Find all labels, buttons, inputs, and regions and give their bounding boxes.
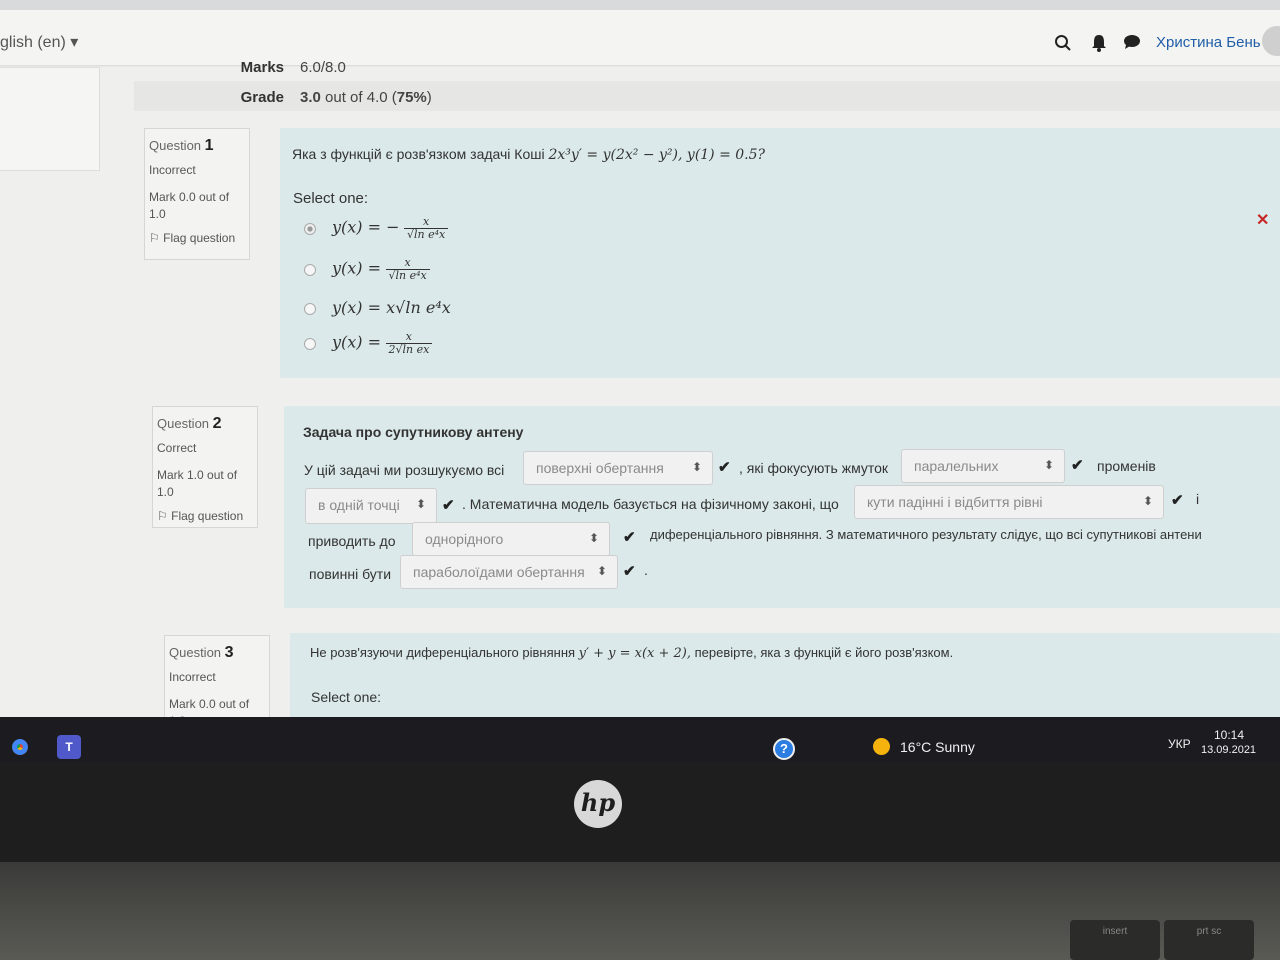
grade-value: 3.0 out of 4.0 (75%) [300,89,432,106]
check-icon: ✔ [1171,492,1184,509]
question-mark: Mark 1.0 out of 1.0 [157,468,238,499]
chevron-updown-icon: ⬍ [691,460,702,474]
laptop-bezel [0,762,1280,862]
question-state: Incorrect [149,163,196,177]
question-1-info: Question 1 Incorrect Mark 0.0 out of 1.0… [144,128,250,260]
question-text: приводить до [308,533,396,549]
question-2-box: Задача про супутникову антену У цій зада… [284,406,1280,608]
dropdown-3[interactable]: в одній точці ⬍ [305,488,437,524]
question-3-info: Question 3 Incorrect Mark 0.0 out of 1.0 [164,635,270,728]
question-2-title: Задача про супутникову антену [303,424,524,440]
flag-question-link[interactable]: ⚐ Flag question [157,509,253,523]
clock-date[interactable]: 13.09.2021 [1201,744,1256,756]
chevron-updown-icon: ⬍ [596,564,607,578]
cross-icon: ✕ [1256,212,1270,229]
radio-button[interactable] [304,222,316,235]
question-number: Question 3 [169,644,234,661]
check-icon: ✔ [1071,457,1084,474]
quiz-review-content: Marks 6.0/8.0 Grade 3.0 out of 4.0 (75%)… [0,59,1280,728]
chevron-updown-icon: ⬍ [1043,458,1054,472]
option-a[interactable]: y(x) = − x √ln e⁴x [304,216,449,241]
radio-button[interactable] [304,302,316,315]
flag-icon: ⚐ [157,509,168,523]
question-text: . Математична модель базується на фізичн… [462,496,839,512]
question-text: диференціального рівняння. З математично… [650,527,1202,542]
question-2-info: Question 2 Correct Mark 1.0 out of 1.0 ⚐… [152,406,258,528]
question-text: . [644,562,648,578]
weather-sun-icon [873,738,890,755]
question-state: Incorrect [169,670,216,684]
chevron-updown-icon: ⬍ [415,497,426,511]
question-text: , які фокусують жмуток [739,460,889,476]
windows-taskbar: T ? 16°C Sunny УКР 10:14 13.09.2021 [0,717,1280,762]
question-number: Question 2 [157,415,222,432]
question-3-text: Не розв'язуючи диференціального рівняння… [310,645,954,661]
flag-question-link[interactable]: ⚐ Flag question [149,231,245,245]
left-panel [0,67,100,171]
weather-text[interactable]: 16°C Sunny [900,739,975,755]
hp-logo: hp [574,780,622,828]
dropdown-4[interactable]: кути падінні і відбиття рівні ⬍ [854,485,1164,519]
grade-row: Grade 3.0 out of 4.0 (75%) [134,81,1280,111]
marks-label: Marks [240,59,284,76]
quiz-summary: Marks 6.0/8.0 Grade 3.0 out of 4.0 (75%) [134,59,1280,111]
teams-icon[interactable]: T [57,735,81,759]
dropdown-1[interactable]: поверхні обертання ⬍ [523,451,713,485]
question-state: Correct [157,441,197,455]
insert-key: insert [1070,920,1160,960]
browser-screen: glish (en) ▾ Христина Бень Marks 6.0/8.0… [0,0,1280,762]
radio-button[interactable] [304,263,316,276]
dropdown-2[interactable]: паралельних ⬍ [901,449,1065,483]
check-icon: ✔ [623,529,636,546]
option-c[interactable]: y(x) = x√ln e⁴x [304,298,451,318]
question-number: Question 1 [149,137,214,154]
question-1-text: Яка з функцій є розв'язком задачі Коші 2… [292,146,766,163]
question-mark: Mark 0.0 out of 1.0 [149,190,230,221]
flag-icon: ⚐ [149,231,160,245]
chrome-icon[interactable] [8,735,32,759]
dropdown-5[interactable]: однорідного ⬍ [412,522,610,556]
grade-label: Grade [240,89,284,106]
question-3-box: Не розв'язуючи диференціального рівняння… [290,633,1280,723]
prtsc-key: prt sc [1164,920,1254,960]
question-text: і [1196,491,1200,507]
select-one-label: Select one: [311,689,382,705]
check-icon: ✔ [442,497,455,514]
check-icon: ✔ [718,459,731,476]
question-1-box: Яка з функцій є розв'язком задачі Коші 2… [280,128,1280,378]
question-text: повинні бути [309,566,392,582]
question-text: променів [1097,458,1156,474]
select-one-label: Select one: [293,190,369,207]
marks-value: 6.0/8.0 [300,59,346,76]
radio-button[interactable] [304,337,316,350]
question-text: У цій задачі ми розшукуємо всі [304,462,505,478]
option-d[interactable]: y(x) = x 2√ln ex [304,331,433,356]
clock-time[interactable]: 10:14 [1214,728,1244,742]
help-icon[interactable]: ? [773,738,795,760]
check-icon: ✔ [623,563,636,580]
option-b[interactable]: y(x) = x √ln e⁴x [304,257,430,282]
user-name[interactable]: Христина Бень [1156,34,1261,51]
language-indicator[interactable]: УКР [1168,737,1191,751]
bookmarks-bar [0,0,1280,10]
dropdown-6[interactable]: параболоїдами обертання ⬍ [400,555,618,589]
chevron-updown-icon: ⬍ [588,531,599,545]
marks-row: Marks 6.0/8.0 [134,51,1280,81]
chevron-updown-icon: ⬍ [1142,494,1153,508]
language-menu[interactable]: glish (en) ▾ [0,32,78,52]
